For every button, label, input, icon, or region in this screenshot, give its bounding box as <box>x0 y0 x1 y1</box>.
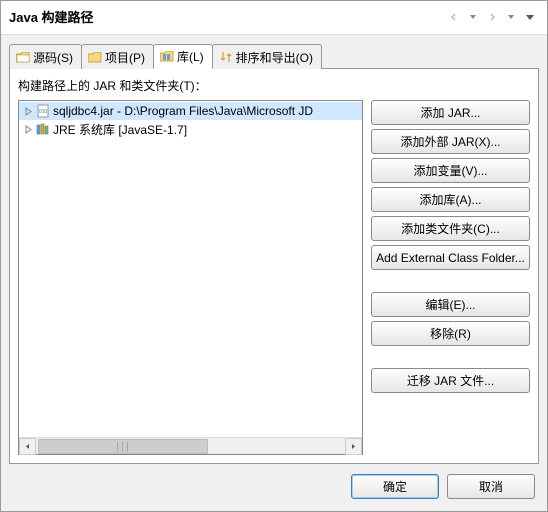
add-external-jar-button[interactable]: 添加外部 JAR(X)... <box>371 129 530 154</box>
tab-label: 项目(P) <box>105 49 145 66</box>
tab-bar: 源码(S) 项目(P) 库(L) 排序和导出(O) <box>9 43 539 69</box>
view-menu-icon[interactable] <box>521 9 539 25</box>
tab-order-export[interactable]: 排序和导出(O) <box>212 44 322 69</box>
cancel-button[interactable]: 取消 <box>447 474 535 499</box>
expander-icon[interactable] <box>21 104 35 118</box>
tab-label: 排序和导出(O) <box>236 49 313 66</box>
tab-label: 库(L) <box>177 48 204 65</box>
tree-row[interactable]: JRE 系统库 [JavaSE-1.7] <box>19 120 362 138</box>
spacer <box>371 274 530 288</box>
tab-libraries[interactable]: 库(L) <box>153 44 213 69</box>
tree-node-label: JRE 系统库 [JavaSE-1.7] <box>53 121 187 138</box>
tree-node-label: sqljdbc4.jar - D:\Program Files\Java\Mic… <box>53 104 313 118</box>
classpath-tree-container: 010 sqljdbc4.jar - D:\Program Files\Java… <box>18 100 363 455</box>
tab-projects[interactable]: 项目(P) <box>81 44 154 69</box>
dialog-header: Java 构建路径 <box>1 1 547 35</box>
migrate-jar-button[interactable]: 迁移 JAR 文件... <box>371 368 530 393</box>
classpath-tree[interactable]: 010 sqljdbc4.jar - D:\Program Files\Java… <box>19 101 362 437</box>
scroll-left-button[interactable] <box>19 438 36 455</box>
projects-folder-icon <box>88 51 102 63</box>
scroll-right-button[interactable] <box>345 438 362 455</box>
scroll-thumb[interactable]: │││ <box>38 439 208 454</box>
source-folder-icon <box>16 51 30 63</box>
horizontal-scrollbar[interactable]: │││ <box>19 437 362 454</box>
main-area: 010 sqljdbc4.jar - D:\Program Files\Java… <box>18 100 530 455</box>
svg-text:010: 010 <box>39 109 48 115</box>
add-library-button[interactable]: 添加库(A)... <box>371 187 530 212</box>
ok-button[interactable]: 确定 <box>351 474 439 499</box>
content-area: 源码(S) 项目(P) 库(L) 排序和导出(O) 构建路径上的 JAR 和类文… <box>1 35 547 464</box>
library-icon <box>35 121 51 137</box>
nav-back-button[interactable] <box>445 9 463 25</box>
tab-label: 源码(S) <box>33 49 73 66</box>
order-export-icon <box>219 51 233 63</box>
nav-forward-menu-icon[interactable] <box>502 9 520 25</box>
add-class-folder-button[interactable]: 添加类文件夹(C)... <box>371 216 530 241</box>
add-variable-button[interactable]: 添加变量(V)... <box>371 158 530 183</box>
nav-forward-button[interactable] <box>483 9 501 25</box>
panel-description: 构建路径上的 JAR 和类文件夹(T)： <box>18 77 530 94</box>
jar-icon: 010 <box>35 103 51 119</box>
dialog-footer: 确定 取消 <box>1 464 547 511</box>
expander-icon[interactable] <box>21 122 35 136</box>
nav-back-menu-icon[interactable] <box>464 9 482 25</box>
tab-source[interactable]: 源码(S) <box>9 44 82 69</box>
libraries-folder-icon <box>160 51 174 63</box>
button-column: 添加 JAR... 添加外部 JAR(X)... 添加变量(V)... 添加库(… <box>371 100 530 455</box>
libraries-panel: 构建路径上的 JAR 和类文件夹(T)： 010 sqljdbc4.jar - … <box>9 69 539 464</box>
edit-button[interactable]: 编辑(E)... <box>371 292 530 317</box>
page-title: Java 构建路径 <box>9 7 444 26</box>
dialog: Java 构建路径 源码(S) 项目(P) 库(L) 排序和导出(O) <box>0 0 548 512</box>
add-jar-button[interactable]: 添加 JAR... <box>371 100 530 125</box>
remove-button[interactable]: 移除(R) <box>371 321 530 346</box>
spacer <box>371 350 530 364</box>
tree-row[interactable]: 010 sqljdbc4.jar - D:\Program Files\Java… <box>19 102 362 120</box>
add-external-class-folder-button[interactable]: Add External Class Folder... <box>371 245 530 270</box>
